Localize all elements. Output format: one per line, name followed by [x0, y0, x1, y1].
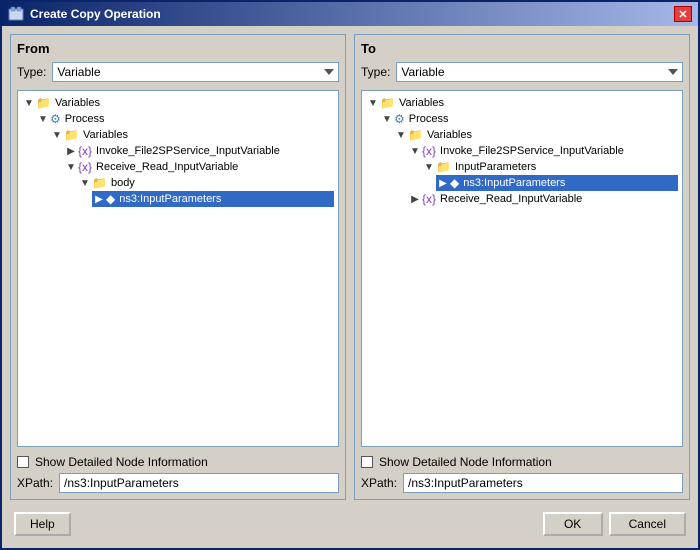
- close-button[interactable]: ✕: [674, 6, 692, 22]
- to-xpath-input[interactable]: [403, 473, 683, 493]
- to-type-select[interactable]: Variable: [396, 62, 683, 82]
- expand-icon[interactable]: ▼: [38, 114, 48, 125]
- main-content: From Type: Variable ▼ 📁 Variables: [2, 26, 698, 548]
- to-xpath-label: XPath:: [361, 476, 397, 490]
- expand-icon[interactable]: ▼: [424, 162, 434, 173]
- to-tree-row-process[interactable]: ▼ ⚙ Process: [380, 111, 678, 127]
- from-type-row: Type: Variable: [17, 62, 339, 82]
- to-title: To: [361, 41, 683, 56]
- from-show-detail-label: Show Detailed Node Information: [35, 455, 208, 469]
- to-tree-row-input-params[interactable]: ▼ 📁 InputParameters: [422, 159, 678, 175]
- expand-icon[interactable]: ▼: [410, 146, 420, 157]
- from-tree[interactable]: ▼ 📁 Variables ▼ ⚙ Process: [17, 90, 339, 447]
- from-tree-row-ns3[interactable]: ▶ ◆ ns3:InputParameters: [92, 191, 334, 207]
- from-type-select[interactable]: Variable: [52, 62, 339, 82]
- titlebar: Create Copy Operation ✕: [2, 2, 698, 26]
- from-tree-variables-root: ▼ 📁 Variables ▼ ⚙ Process: [22, 95, 334, 207]
- expand-icon[interactable]: ▼: [368, 98, 378, 109]
- to-tree-row-invoke[interactable]: ▼ {x} Invoke_File2SPService_InputVariabl…: [408, 143, 678, 159]
- to-panel: To Type: Variable ▼ 📁 Variables: [354, 34, 690, 500]
- to-tree-input-params: ▼ 📁 InputParameters: [422, 159, 678, 191]
- ok-cancel-group: OK Cancel: [543, 512, 686, 536]
- to-show-detail-label: Show Detailed Node Information: [379, 455, 552, 469]
- to-tree-vars-child: ▼ 📁 Variables ▼: [394, 127, 678, 207]
- from-tree-row-invoke[interactable]: ▶ {x} Invoke_File2SPService_InputVariabl…: [64, 143, 334, 159]
- window-icon: [8, 6, 24, 22]
- window-title: Create Copy Operation: [30, 7, 668, 21]
- to-xpath-row: XPath:: [361, 473, 683, 493]
- from-tree-vars-child: ▼ 📁 Variables ▶ {x}: [50, 127, 334, 207]
- expand-icon[interactable]: ▶: [94, 194, 104, 205]
- expand-icon[interactable]: ▼: [24, 98, 34, 109]
- diamond-icon: ◆: [450, 176, 459, 190]
- from-tree-body: ▼ 📁 body ▶: [78, 175, 334, 207]
- from-panel: From Type: Variable ▼ 📁 Variables: [10, 34, 346, 500]
- to-tree-row-vars[interactable]: ▼ 📁 Variables: [366, 95, 678, 111]
- from-tree-process: ▼ ⚙ Process ▼ 📁 Variabl: [36, 111, 334, 207]
- cancel-button[interactable]: Cancel: [609, 512, 686, 536]
- expand-icon[interactable]: ▼: [382, 114, 392, 125]
- from-tree-row-body[interactable]: ▼ 📁 body: [78, 175, 334, 191]
- from-type-label: Type:: [17, 65, 46, 79]
- bottom-bar: Help OK Cancel: [10, 506, 690, 540]
- expand-icon[interactable]: ▼: [52, 130, 62, 141]
- from-xpath-input[interactable]: [59, 473, 339, 493]
- diamond-icon: ◆: [106, 192, 115, 206]
- to-tree-row-ns3[interactable]: ▶ ◆ ns3:InputParameters: [436, 175, 678, 191]
- process-icon: ⚙: [394, 112, 405, 126]
- expand-icon[interactable]: ▶: [66, 146, 76, 157]
- from-title: From: [17, 41, 339, 56]
- from-xpath-row: XPath:: [17, 473, 339, 493]
- to-tree-row-vars-child[interactable]: ▼ 📁 Variables: [394, 127, 678, 143]
- to-tree-invoke: ▼ {x} Invoke_File2SPService_InputVariabl…: [408, 143, 678, 191]
- folder-icon: 📁: [408, 128, 423, 142]
- from-tree-row-receive[interactable]: ▼ {x} Receive_Read_InputVariable: [64, 159, 334, 175]
- from-xpath-label: XPath:: [17, 476, 53, 490]
- from-show-detail-checkbox[interactable]: [17, 456, 29, 468]
- to-show-detail-row: Show Detailed Node Information: [361, 455, 683, 469]
- to-type-row: Type: Variable: [361, 62, 683, 82]
- folder-icon: 📁: [436, 160, 451, 174]
- to-tree-variables-root: ▼ 📁 Variables ▼ ⚙ Process: [366, 95, 678, 207]
- folder-icon: 📁: [380, 96, 395, 110]
- var-icon: {x}: [422, 192, 436, 206]
- var-icon: {x}: [78, 144, 92, 158]
- var-icon: {x}: [78, 160, 92, 174]
- folder-icon: 📁: [92, 176, 107, 190]
- to-tree-row-receive[interactable]: ▶ {x} Receive_Read_InputVariable: [408, 191, 678, 207]
- to-tree-process: ▼ ⚙ Process ▼ 📁 Variabl: [380, 111, 678, 207]
- ok-button[interactable]: OK: [543, 512, 603, 536]
- expand-icon[interactable]: ▶: [410, 194, 420, 205]
- folder-icon: 📁: [64, 128, 79, 142]
- help-button[interactable]: Help: [14, 512, 71, 536]
- expand-icon[interactable]: ▼: [396, 130, 406, 141]
- to-tree[interactable]: ▼ 📁 Variables ▼ ⚙ Process: [361, 90, 683, 447]
- from-tree-row-process[interactable]: ▼ ⚙ Process: [36, 111, 334, 127]
- expand-icon[interactable]: ▼: [66, 162, 76, 173]
- expand-icon[interactable]: ▼: [80, 178, 90, 189]
- main-window: Create Copy Operation ✕ From Type: Varia…: [0, 0, 700, 550]
- to-show-detail-checkbox[interactable]: [361, 456, 373, 468]
- from-show-detail-row: Show Detailed Node Information: [17, 455, 339, 469]
- from-tree-row[interactable]: ▼ 📁 Variables: [22, 95, 334, 111]
- expand-icon[interactable]: ▶: [438, 178, 448, 189]
- process-icon: ⚙: [50, 112, 61, 126]
- to-type-label: Type:: [361, 65, 390, 79]
- folder-icon: 📁: [36, 96, 51, 110]
- var-icon: {x}: [422, 144, 436, 158]
- from-tree-row-vars-child[interactable]: ▼ 📁 Variables: [50, 127, 334, 143]
- panels-container: From Type: Variable ▼ 📁 Variables: [10, 34, 690, 500]
- from-tree-receive: ▼ {x} Receive_Read_InputVariable: [64, 159, 334, 207]
